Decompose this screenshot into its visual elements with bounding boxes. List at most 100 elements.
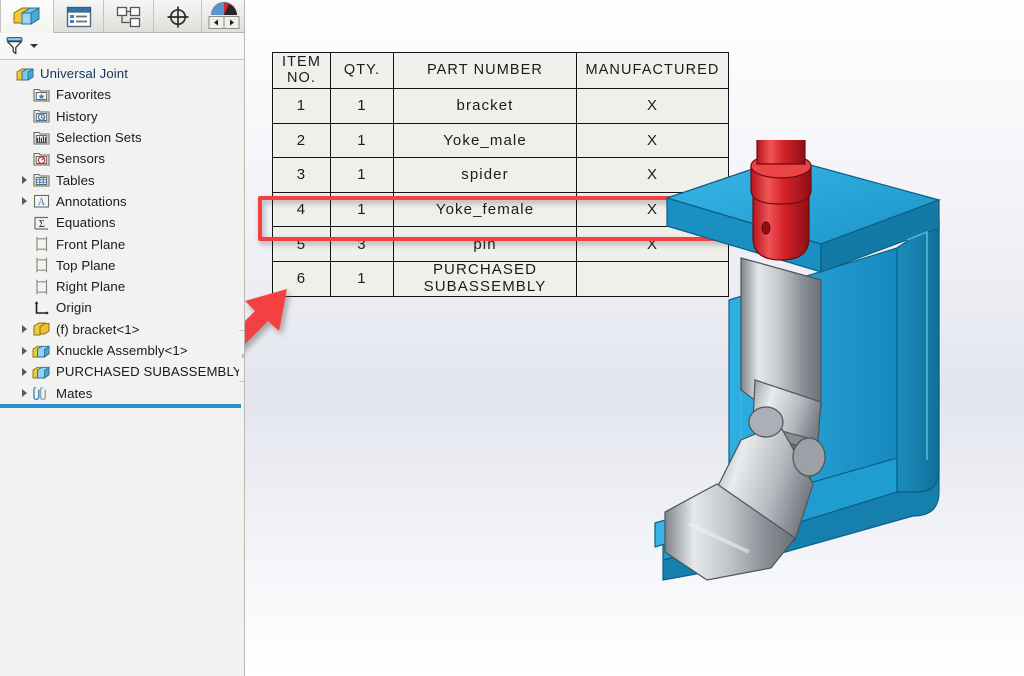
favorites-folder-icon xyxy=(32,86,51,104)
tree-item-label: Right Plane xyxy=(56,279,126,295)
tree-item-history[interactable]: History xyxy=(0,106,245,127)
sensors-folder-icon xyxy=(32,150,51,168)
bom-cell-part-number[interactable]: PURCHASED SUBASSEMBLY xyxy=(393,260,577,297)
expand-arrow-icon[interactable] xyxy=(16,361,32,382)
origin-icon xyxy=(32,299,51,317)
tree-item-purchased-subassembly-1[interactable]: PURCHASED SUBASSEMBLY<1> xyxy=(0,361,265,382)
bom-cell-qty[interactable]: 1 xyxy=(330,260,394,297)
bom-cell-qty[interactable]: 1 xyxy=(330,122,394,159)
bom-cell-part-number[interactable]: Yoke_male xyxy=(393,122,577,159)
chevron-down-icon xyxy=(30,44,38,48)
expand-arrow-icon[interactable] xyxy=(16,170,32,191)
bom-col-item-no-line1: ITEM xyxy=(281,54,322,71)
plane-icon xyxy=(32,235,51,253)
tree-item-right-plane[interactable]: Right Plane xyxy=(0,276,245,297)
tree-item-label: Front Plane xyxy=(56,236,126,252)
bom-row[interactable]: 1 1 bracket X xyxy=(272,88,729,124)
favorites-folder-icon xyxy=(33,88,50,102)
tree-item-selection-sets[interactable]: Selection Sets xyxy=(0,127,245,148)
equations-icon: Σ xyxy=(32,214,51,232)
tab-property-manager[interactable] xyxy=(54,0,104,33)
tree-item-label: Sensors xyxy=(56,151,106,167)
svg-text:Σ: Σ xyxy=(39,219,45,230)
bom-cell-qty[interactable]: 1 xyxy=(330,88,394,124)
tab-feature-manager-design-tree[interactable] xyxy=(0,0,54,33)
history-folder-icon xyxy=(33,110,50,123)
origin-icon xyxy=(34,301,49,315)
tree-item-label: Origin xyxy=(56,300,92,316)
sensors-folder-icon xyxy=(33,152,50,166)
annotations-folder-icon: A xyxy=(32,192,51,210)
tab-dimxpert-manager[interactable] xyxy=(154,0,202,33)
bom-col-qty: QTY. xyxy=(330,52,394,89)
dimxpert-target-icon xyxy=(167,6,188,27)
tables-folder-icon xyxy=(32,171,51,189)
selection-sets-folder-icon xyxy=(32,129,51,147)
expand-arrow-icon[interactable] xyxy=(16,340,32,361)
bom-col-item-no-line2: NO. xyxy=(286,69,317,86)
filter-dropdown-button[interactable] xyxy=(5,36,38,56)
assembly-tree-icon xyxy=(13,7,40,25)
bom-header-row: ITEM NO. QTY. PART NUMBER MANUFACTURED xyxy=(272,52,729,89)
tree-item-mates[interactable]: Mates xyxy=(0,382,245,403)
plane-icon xyxy=(36,279,48,294)
solidworks-window: Universal Joint Favorites History Selection… xyxy=(0,0,1024,676)
bom-cell-manufactured[interactable]: X xyxy=(576,88,729,124)
bom-cell-item-no[interactable]: 3 xyxy=(272,157,331,193)
property-manager-icon xyxy=(66,6,91,27)
expand-arrow-icon[interactable] xyxy=(16,191,32,212)
subassembly-icon xyxy=(32,363,51,381)
part-icon xyxy=(33,322,50,336)
bom-cell-item-no[interactable]: 2 xyxy=(272,122,331,159)
feature-tree[interactable]: Universal Joint Favorites History Selection… xyxy=(0,61,265,404)
tree-item-annotations[interactable]: A Annotations xyxy=(0,191,245,212)
tab-display-manager[interactable] xyxy=(202,0,245,33)
feature-manager-panel: Universal Joint Favorites History Selection… xyxy=(0,0,265,676)
tree-item-sensors[interactable]: Sensors xyxy=(0,148,245,169)
tree-item-favorites[interactable]: Favorites xyxy=(0,84,245,105)
tree-section-divider xyxy=(0,404,241,408)
tree-item-label: Selection Sets xyxy=(56,130,142,146)
tree-item-origin[interactable]: Origin xyxy=(0,297,245,318)
bom-cell-part-number[interactable]: spider xyxy=(393,157,577,193)
tree-item-label: Tables xyxy=(56,172,95,188)
equations-icon: Σ xyxy=(34,216,48,230)
bom-cell-qty[interactable]: 1 xyxy=(330,157,394,193)
expand-arrow-icon[interactable] xyxy=(16,319,32,340)
configuration-manager-icon xyxy=(116,6,140,27)
history-folder-icon xyxy=(32,107,51,125)
feature-tree-filter-bar[interactable] xyxy=(0,33,245,60)
tree-item-tables[interactable]: Tables xyxy=(0,169,245,190)
tree-item-f-bracket-1[interactable]: (f) bracket<1> xyxy=(0,319,245,340)
svg-text:A: A xyxy=(38,197,46,208)
selection-sets-folder-icon xyxy=(33,131,50,145)
subassembly-icon xyxy=(32,342,51,360)
bom-col-part-number: PART NUMBER xyxy=(393,52,577,89)
tree-item-knuckle-assembly-1[interactable]: Knuckle Assembly<1> xyxy=(0,340,245,361)
expand-arrow-icon[interactable] xyxy=(16,383,32,404)
subassembly-icon xyxy=(32,366,50,379)
tree-item-label: Equations xyxy=(56,215,116,231)
plane-icon xyxy=(36,236,48,252)
plane-icon xyxy=(32,256,51,274)
bom-cell-part-number[interactable]: bracket xyxy=(393,88,577,124)
tab-configuration-manager[interactable] xyxy=(104,0,154,33)
tables-folder-icon xyxy=(33,174,50,187)
tree-item-equations[interactable]: Σ Equations xyxy=(0,212,245,233)
graphics-viewport[interactable]: ITEM NO. QTY. PART NUMBER MANUFACTURED 1… xyxy=(245,0,1024,676)
bom-cell-item-no[interactable]: 6 xyxy=(272,260,331,297)
tree-item-universal-joint[interactable]: Universal Joint xyxy=(0,63,245,84)
bom-cell-item-no[interactable]: 1 xyxy=(272,88,331,124)
tree-item-top-plane[interactable]: Top Plane xyxy=(0,255,245,276)
tree-item-label: (f) bracket<1> xyxy=(56,321,140,337)
tree-item-front-plane[interactable]: Front Plane xyxy=(0,233,245,254)
universal-joint-model[interactable] xyxy=(645,140,1024,676)
subassembly-icon xyxy=(32,344,50,358)
